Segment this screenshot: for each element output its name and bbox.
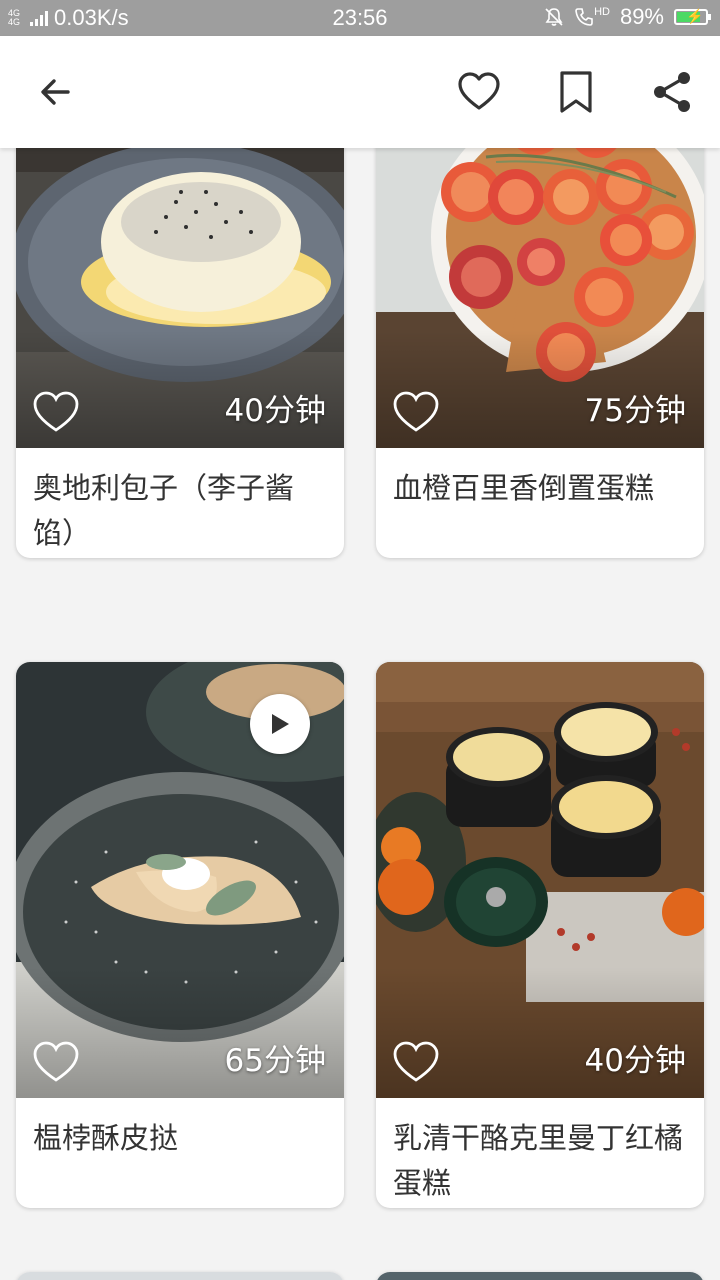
heart-outline-icon[interactable] xyxy=(392,1040,440,1084)
status-right: HD 89% ⚡ xyxy=(544,4,711,30)
top-toolbar xyxy=(0,36,720,148)
hd-call-icon: HD xyxy=(574,7,610,27)
battery-icon: ⚡ xyxy=(674,8,711,25)
recipe-image xyxy=(376,1272,704,1280)
recipe-image: 40分钟 xyxy=(376,662,704,1098)
recipe-card[interactable]: 40分钟 奥地利包子（李子酱馅） xyxy=(16,148,344,558)
duration-label: 65分钟 xyxy=(224,1043,326,1079)
recipe-title: 血橙百里香倒置蛋糕 xyxy=(393,471,655,505)
recipe-image: 40分钟 xyxy=(16,148,344,448)
recipe-card[interactable]: 40分钟 乳清干酪克里曼丁红橘蛋糕 xyxy=(376,662,704,1208)
heart-outline-icon[interactable] xyxy=(32,1040,80,1084)
bookmark-button[interactable] xyxy=(548,64,604,120)
recipe-card[interactable] xyxy=(376,1272,704,1280)
heart-outline-icon[interactable] xyxy=(392,390,440,434)
heart-outline-icon[interactable] xyxy=(32,390,80,434)
duration-label: 75分钟 xyxy=(584,393,686,429)
duration-label: 40分钟 xyxy=(584,1043,686,1079)
back-arrow-icon xyxy=(41,79,70,105)
heart-icon xyxy=(458,72,500,110)
status-bar: 4G 4G 0.03K/s 23:56 HD 89% ⚡ xyxy=(0,0,720,36)
recipe-card[interactable]: 75分钟 血橙百里香倒置蛋糕 xyxy=(376,148,704,558)
recipe-image: 65分钟 xyxy=(16,662,344,1098)
share-button[interactable] xyxy=(644,64,700,120)
share-icon xyxy=(654,72,690,112)
play-video-button[interactable] xyxy=(250,694,310,754)
recipe-title: 乳清干酪克里曼丁红橘蛋糕 xyxy=(393,1121,684,1200)
duration-label: 40分钟 xyxy=(224,393,326,429)
recipe-card[interactable]: 65分钟 榅桲酥皮挞 xyxy=(16,662,344,1208)
recipe-image xyxy=(16,1272,344,1280)
battery-percent: 89% xyxy=(619,4,664,29)
bookmark-icon xyxy=(560,71,592,113)
recipe-title: 奥地利包子（李子酱馅） xyxy=(33,471,295,550)
recipe-card[interactable] xyxy=(16,1272,344,1280)
recipe-image: 75分钟 xyxy=(376,148,704,448)
favorite-button[interactable] xyxy=(451,64,507,120)
bell-off-icon xyxy=(545,8,563,26)
back-button[interactable] xyxy=(28,64,84,120)
hd-label: HD xyxy=(594,6,610,18)
clementine-cake-photo xyxy=(376,662,704,1098)
recipe-grid: 40分钟 奥地利包子（李子酱馅） 75分钟 血橙百里香倒置蛋糕 65分钟 榅桲酥… xyxy=(0,148,720,1280)
recipe-title: 榅桲酥皮挞 xyxy=(33,1121,179,1155)
play-icon xyxy=(272,714,289,734)
